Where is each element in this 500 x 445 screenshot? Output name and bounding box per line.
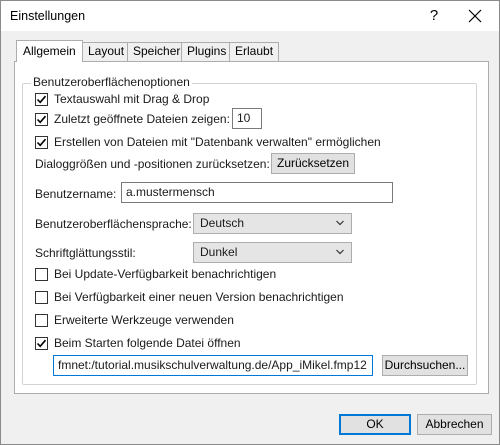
reset-label: Dialoggrößen und -positionen zurücksetze… [35, 157, 270, 171]
version-notify-label: Bei Verfügbarkeit einer neuen Version be… [54, 290, 344, 304]
startup-file-input[interactable]: fmnet:/tutorial.musikschulverwaltung.de/… [53, 355, 373, 376]
close-button[interactable] [463, 5, 487, 27]
version-notify-option[interactable]: Bei Verfügbarkeit einer neuen Version be… [35, 288, 344, 306]
chevron-down-icon [336, 220, 344, 226]
ui-language-label: Benutzeroberflächensprache: [35, 217, 192, 231]
recent-files-option[interactable]: Zuletzt geöffnete Dateien zeigen: [35, 110, 230, 128]
advanced-tools-label: Erweiterte Werkzeuge verwenden [54, 313, 234, 327]
open-on-start-option[interactable]: Beim Starten folgende Datei öffnen [35, 334, 241, 352]
group-legend: Benutzeroberflächenoptionen [31, 75, 192, 89]
title-bar: Einstellungen ? [1, 1, 499, 31]
drag-drop-option[interactable]: Textauswahl mit Drag & Drop [35, 90, 209, 108]
settings-dialog: Einstellungen ? Allgemein Layout Speiche… [0, 0, 500, 445]
update-notify-label: Bei Update-Verfügbarkeit benachrichtigen [54, 267, 277, 281]
cancel-button[interactable]: Abbrechen [417, 414, 492, 435]
create-files-option[interactable]: Erstellen von Dateien mit "Datenbank ver… [35, 133, 381, 151]
close-icon [468, 9, 482, 23]
version-notify-checkbox[interactable] [35, 290, 48, 304]
smoothing-label: Schriftglättungsstil: [35, 246, 136, 260]
tab-allgemein[interactable]: Allgemein [16, 40, 83, 62]
create-files-checkbox[interactable] [35, 135, 48, 149]
drag-drop-label: Textauswahl mit Drag & Drop [54, 92, 210, 106]
username-input[interactable]: a.mustermensch [121, 182, 393, 203]
ui-language-value: Deutsch [200, 216, 245, 230]
smoothing-select[interactable]: Dunkel [193, 242, 352, 263]
tab-plugins[interactable]: Plugins [181, 42, 233, 61]
recent-files-count-input[interactable]: 10 [232, 108, 262, 129]
checkmark-icon [36, 95, 47, 103]
tab-strip: Allgemein Layout Speicher Plugins Erlaub… [16, 40, 486, 62]
reset-button[interactable]: Zurücksetzen [271, 153, 355, 174]
tab-speicher[interactable]: Speicher [127, 42, 187, 61]
tab-layout[interactable]: Layout [82, 42, 131, 61]
username-label: Benutzername: [35, 187, 117, 201]
ui-language-select[interactable]: Deutsch [193, 213, 352, 234]
tab-erlaubt[interactable]: Erlaubt [229, 42, 280, 61]
update-notify-checkbox[interactable] [35, 267, 48, 281]
chevron-down-icon [336, 249, 344, 255]
open-on-start-label: Beim Starten folgende Datei öffnen [54, 336, 241, 350]
advanced-tools-checkbox[interactable] [35, 313, 48, 327]
checkmark-icon [36, 115, 47, 123]
smoothing-value: Dunkel [200, 245, 238, 259]
open-on-start-checkbox[interactable] [35, 336, 48, 350]
help-button[interactable]: ? [423, 5, 445, 27]
window-title: Einstellungen [10, 9, 86, 23]
browse-button[interactable]: Durchsuchen... [382, 355, 468, 376]
recent-files-checkbox[interactable] [35, 112, 48, 126]
checkmark-icon [36, 339, 47, 347]
ok-button[interactable]: OK [339, 414, 411, 435]
recent-files-label: Zuletzt geöffnete Dateien zeigen: [54, 112, 230, 126]
update-notify-option[interactable]: Bei Update-Verfügbarkeit benachrichtigen [35, 265, 276, 283]
create-files-label: Erstellen von Dateien mit "Datenbank ver… [54, 135, 381, 149]
checkmark-icon [36, 138, 47, 146]
advanced-tools-option[interactable]: Erweiterte Werkzeuge verwenden [35, 311, 234, 329]
drag-drop-checkbox[interactable] [35, 92, 48, 106]
